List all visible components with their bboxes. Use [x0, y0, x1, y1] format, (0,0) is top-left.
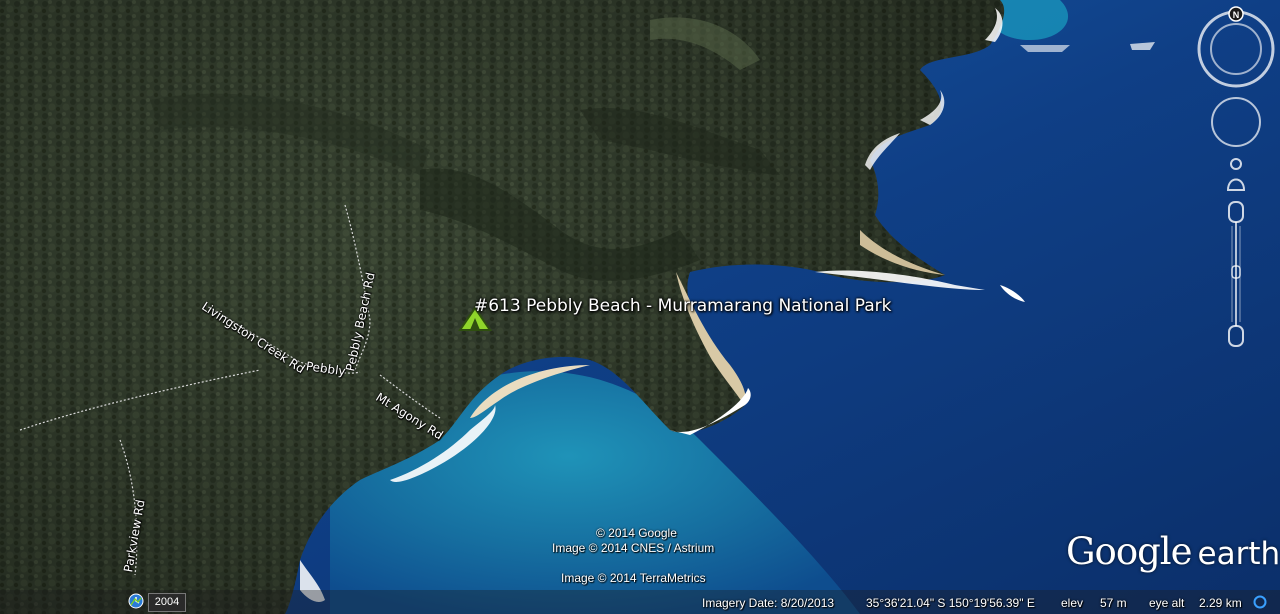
imagery-date: Imagery Date: 8/20/2013: [702, 596, 835, 610]
placemark-label[interactable]: #613 Pebbly Beach - Murramarang National…: [474, 296, 891, 316]
credit-terrametrics: Image © 2014 TerraMetrics: [561, 571, 706, 585]
eye-altitude-label: eye alt: [1149, 596, 1185, 610]
logo-google-text: Google: [1066, 530, 1193, 573]
historical-year-badge[interactable]: 2004: [148, 593, 186, 612]
eye-altitude-value: 2.29 km: [1199, 596, 1242, 610]
north-indicator: N: [1233, 10, 1240, 20]
street-view-pegman-icon[interactable]: [1226, 158, 1246, 191]
logo-earth-text: earth: [1197, 536, 1280, 572]
coordinates-readout: 35°36'21.04" S 150°19'56.39" E: [866, 596, 1035, 610]
map-viewport[interactable]: Livingston Creek Rd Pebbly Beach Rd Pebb…: [0, 0, 1280, 614]
historical-imagery-icon[interactable]: [128, 593, 144, 609]
elevation-value: 57 m: [1100, 596, 1127, 610]
look-joystick-icon[interactable]: [1211, 97, 1261, 147]
credit-google: © 2014 Google: [596, 526, 677, 540]
status-bar: [0, 590, 1280, 614]
elevation-label: elev: [1061, 596, 1084, 610]
navigation-controls[interactable]: N: [1194, 4, 1278, 354]
zoom-slider-icon[interactable]: [1228, 201, 1244, 347]
google-earth-logo: Google earth: [1066, 530, 1280, 573]
credit-cnes-astrium: Image © 2014 CNES / Astrium: [552, 541, 715, 555]
streaming-progress-icon: [1253, 595, 1267, 609]
